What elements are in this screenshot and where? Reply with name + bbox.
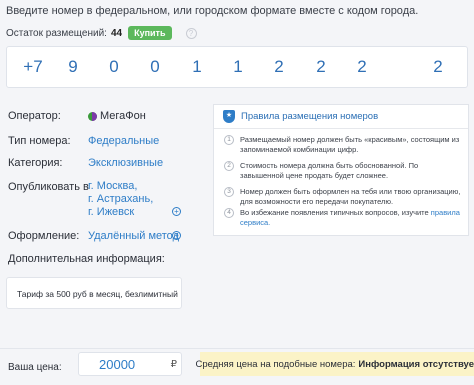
rule-number: 1 (224, 135, 234, 145)
add-design-icon[interactable]: + (172, 231, 181, 240)
type-select[interactable]: Федеральные (88, 135, 159, 147)
help-icon[interactable]: ? (185, 27, 197, 39)
digit-cell[interactable]: 2 (264, 57, 294, 77)
shield-icon: ★ (223, 110, 235, 123)
average-price-notice: Средняя цена на подобные номера: Информа… (195, 352, 474, 376)
price-label: Ваша цена: (8, 362, 62, 373)
avg-price-label: Средняя цена на подобные номера: (195, 358, 356, 370)
rule-item: 1 Размещаемый номер должен быть «красивы… (224, 135, 464, 155)
rule-text: Размещаемый номер должен быть «красивым»… (240, 135, 460, 154)
city-izhevsk[interactable]: г. Ижевск (88, 206, 134, 218)
category-label: Категория: (8, 157, 63, 169)
avg-price-value: Информация отсутствует (358, 358, 474, 370)
currency-symbol: ₽ (170, 359, 177, 370)
price-value: 20000 (99, 357, 136, 372)
rule-item: 2 Стоимость номера должна быть обоснован… (224, 161, 464, 181)
phone-number-input[interactable]: +7 9 0 0 1 1 2 2 2 2 (6, 46, 468, 88)
digit-cell[interactable]: 0 (140, 57, 170, 77)
publish-label: Опубликовать в (8, 181, 89, 193)
operator-label: Оператор: (8, 110, 61, 122)
balance-label: Остаток размещений: (6, 27, 107, 39)
add-city-icon[interactable]: + (172, 207, 181, 216)
format-hint: Введите номер в федеральном, или городск… (6, 5, 419, 17)
placements-balance: Остаток размещений: 44 Купить ? (6, 26, 197, 40)
rule-text: Стоимость номера должна быть обоснованно… (240, 161, 419, 180)
digit-cell[interactable]: 9 (58, 57, 88, 77)
rule-number: 3 (224, 187, 234, 197)
type-label: Тип номера: (8, 135, 71, 147)
digit-cell[interactable]: 2 (347, 57, 377, 77)
digit-cell[interactable]: 1 (182, 57, 212, 77)
price-input[interactable]: 20000 ₽ (78, 352, 182, 376)
rules-title: Правила размещения номеров (241, 111, 379, 122)
city-astrakhan[interactable]: г. Астрахань, (88, 193, 153, 205)
operator-select[interactable]: МегаФон (88, 110, 146, 122)
extra-info-textarea[interactable]: Тариф за 500 руб в месяц, безлимитный (6, 277, 182, 309)
buy-button[interactable]: Купить (128, 26, 172, 40)
design-label: Оформление: (8, 230, 80, 242)
rule-number: 2 (224, 161, 234, 171)
digit-cell[interactable]: 2 (423, 57, 453, 77)
rule-number: 4 (224, 208, 234, 218)
city-moscow[interactable]: г. Москва, (88, 180, 137, 192)
balance-count: 44 (110, 27, 123, 39)
digit-cell[interactable]: +7 (18, 57, 48, 77)
digit-cell[interactable]: 0 (99, 57, 129, 77)
digit-cell[interactable]: 2 (306, 57, 336, 77)
operator-value: МегаФон (100, 110, 146, 122)
rule-text: Во избежание появления типичных вопросов… (240, 208, 429, 217)
megafon-logo-icon (88, 111, 97, 121)
rule-item: 3 Номер должен быть оформлен на тебя или… (224, 187, 464, 207)
rule-item: 4 Во избежание появления типичных вопрос… (224, 208, 464, 228)
placement-rules-panel: ★ Правила размещения номеров 1 Размещаем… (213, 104, 469, 236)
category-select[interactable]: Эксклюзивные (88, 157, 163, 169)
digit-cell[interactable]: 1 (223, 57, 253, 77)
design-select[interactable]: Удалённый метод (88, 230, 179, 242)
extra-info-label: Дополнительная информация: (8, 253, 165, 265)
rules-header: ★ Правила размещения номеров (214, 105, 468, 129)
rule-text-wrap: Во избежание появления типичных вопросов… (240, 208, 464, 228)
rule-text: Номер должен быть оформлен на тебя или т… (240, 187, 461, 206)
